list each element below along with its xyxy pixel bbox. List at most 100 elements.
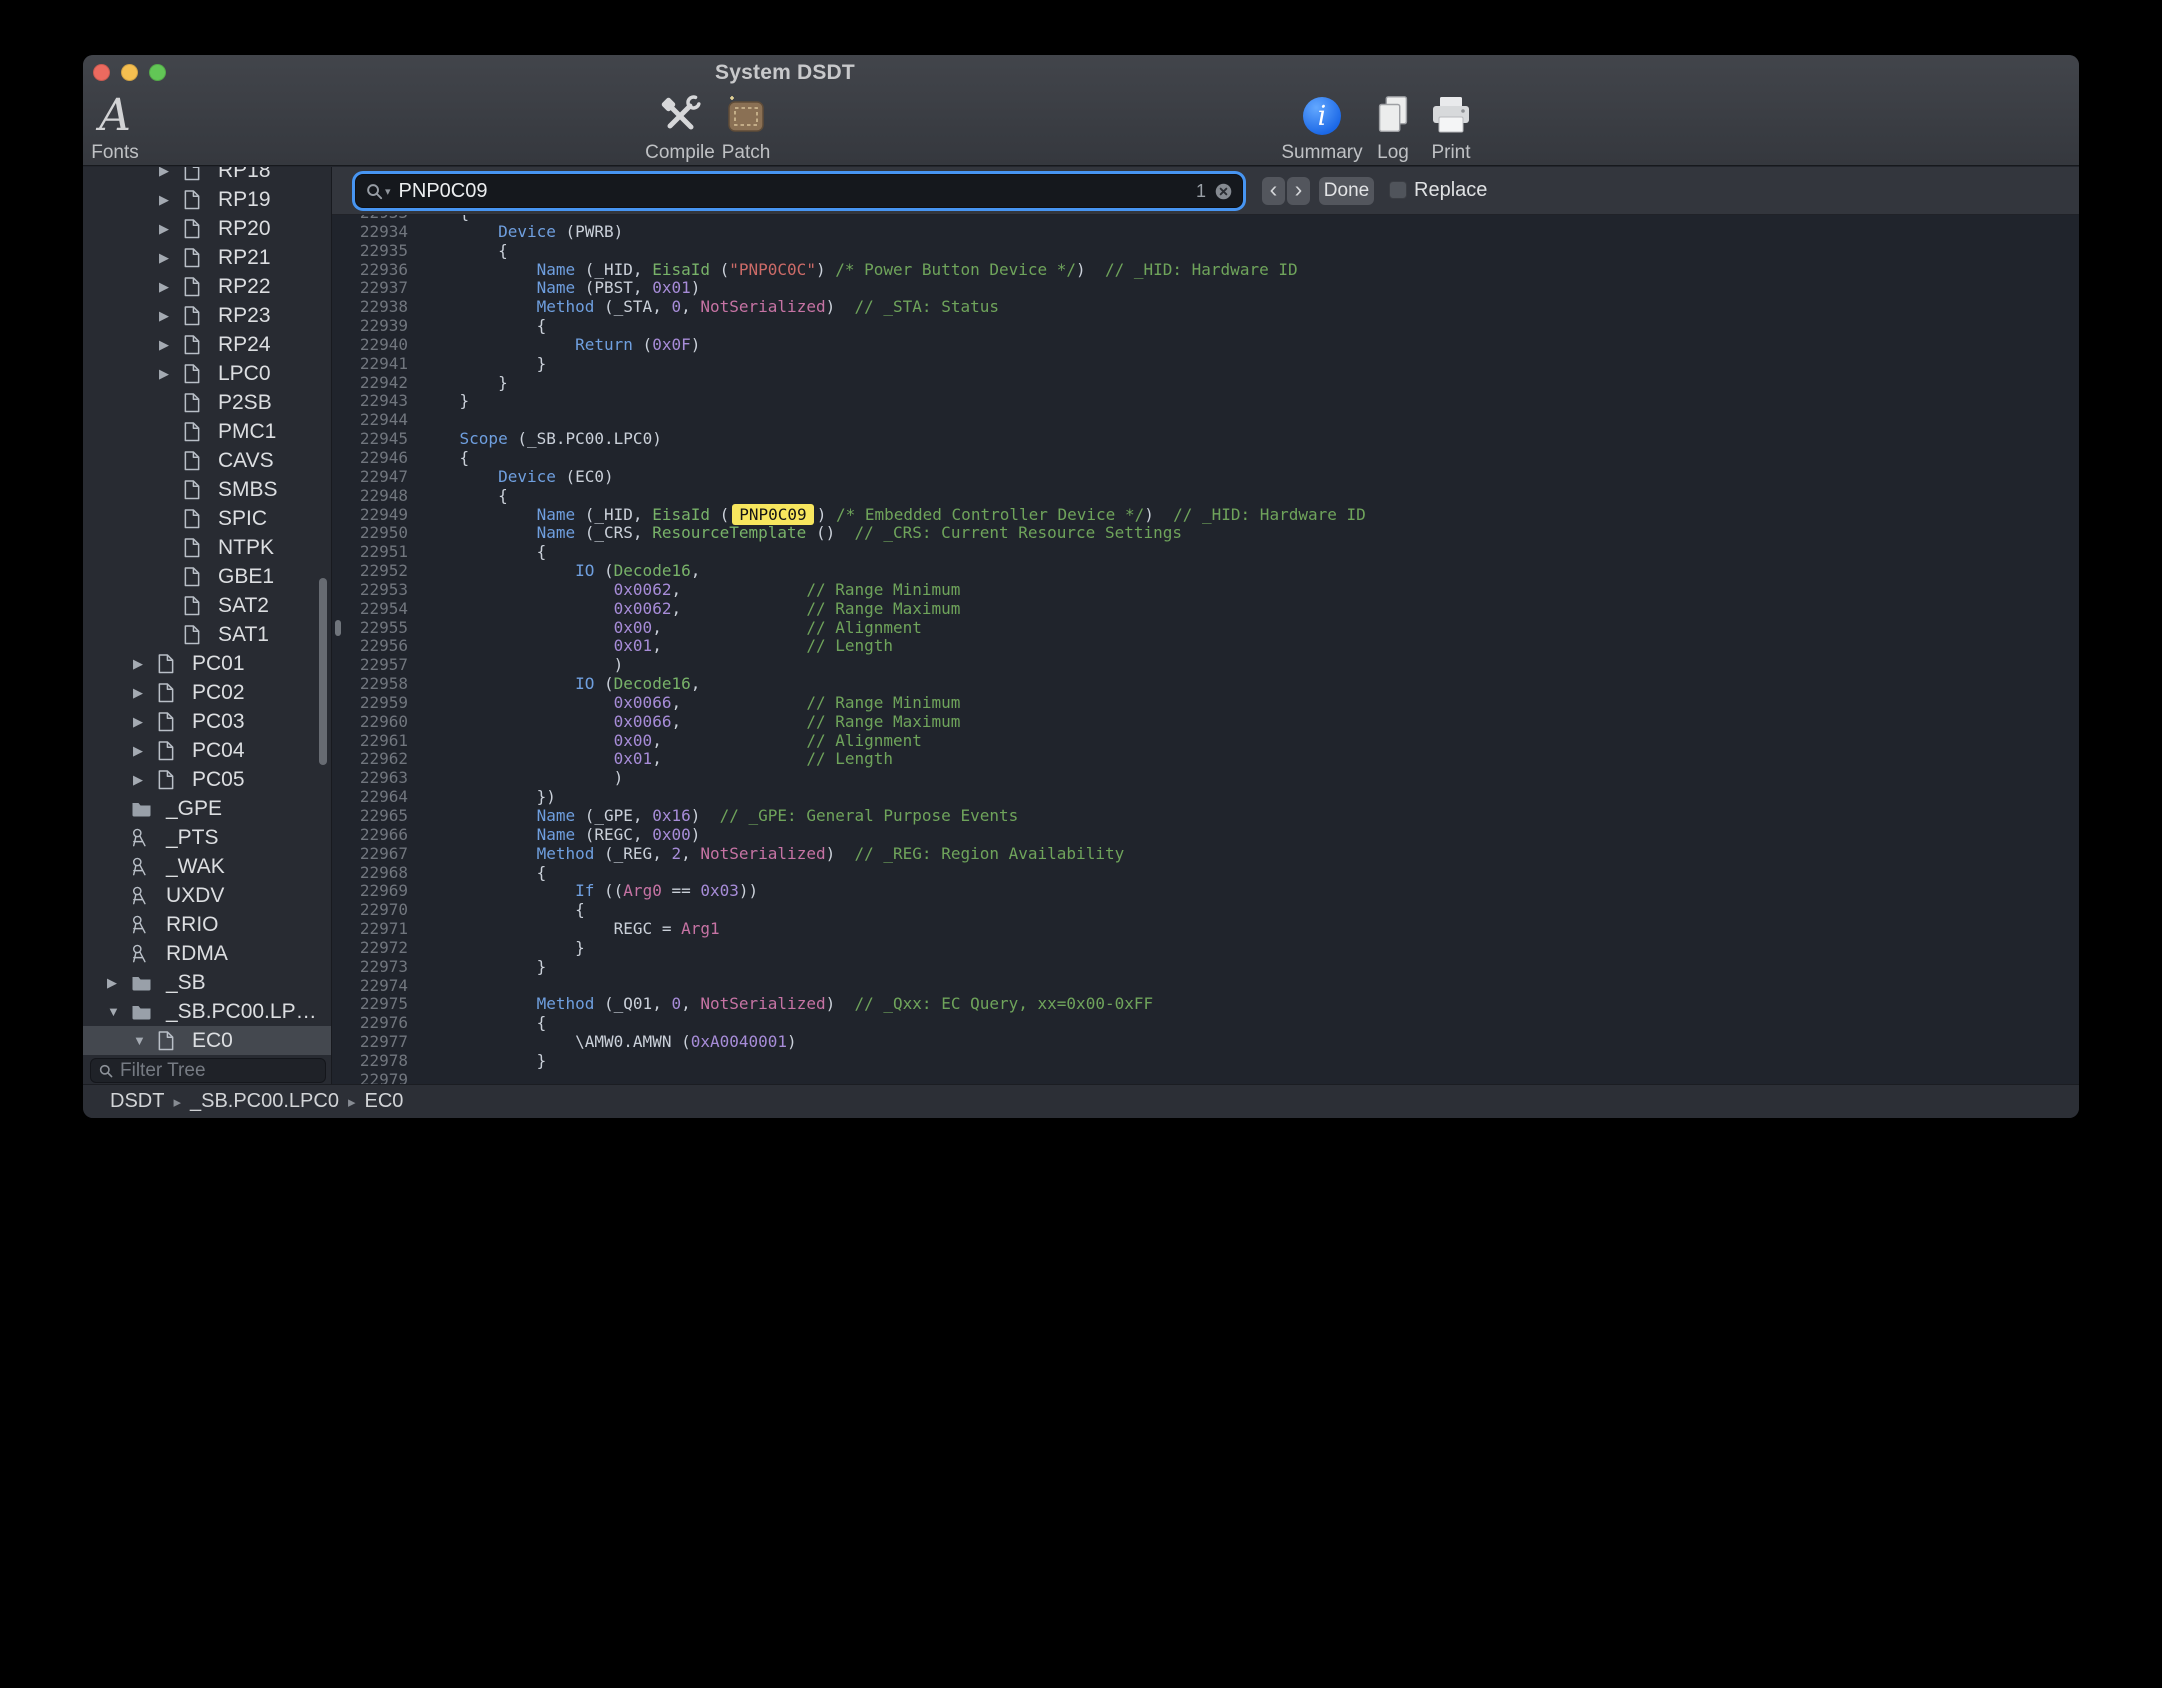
tree-item-pc03[interactable]: ▶PC03 <box>83 707 331 736</box>
line-number: 22972 <box>332 939 408 958</box>
disclosure-triangle-icon[interactable]: ▶ <box>159 308 183 324</box>
tree-item-rrio[interactable]: RRIO <box>83 910 331 939</box>
disclosure-triangle-icon[interactable]: ▼ <box>107 1004 131 1019</box>
disclosure-triangle-icon[interactable]: ▶ <box>159 167 183 179</box>
find-next-button[interactable]: › <box>1287 177 1310 205</box>
line-number: 22961 <box>332 732 408 751</box>
disclosure-triangle-icon[interactable]: ▶ <box>159 192 183 208</box>
info-icon: i <box>1303 97 1341 135</box>
disclosure-triangle-icon[interactable]: ▶ <box>107 975 131 991</box>
line-content: Method (_REG, 2, NotSerialized) // _REG:… <box>408 845 1124 864</box>
editor-pane: ▾ 1 ‹ › Done Replace 22933 {22934 Device… <box>332 167 2079 1084</box>
code-line: 22960 0x0066, // Range Maximum <box>332 713 2079 732</box>
replace-checkbox[interactable] <box>1389 181 1407 199</box>
disclosure-triangle-icon[interactable]: ▶ <box>133 685 157 701</box>
line-number: 22954 <box>332 600 408 619</box>
tree-item-rp22[interactable]: ▶RP22 <box>83 272 331 301</box>
tree-item-wak[interactable]: _WAK <box>83 852 331 881</box>
tree-item-pc02[interactable]: ▶PC02 <box>83 678 331 707</box>
minimize-button[interactable] <box>121 64 138 81</box>
disclosure-triangle-icon[interactable]: ▶ <box>133 714 157 730</box>
code-line: 22934 Device (PWRB) <box>332 223 2079 242</box>
line-number: 22977 <box>332 1033 408 1052</box>
done-button[interactable]: Done <box>1319 177 1374 205</box>
tree-item-sat2[interactable]: SAT2 <box>83 591 331 620</box>
line-content: ) <box>408 656 623 675</box>
patch-button[interactable]: Patch <box>698 91 794 164</box>
line-number: 22942 <box>332 374 408 393</box>
line-content: Name (_HID, EisaId (PNP0C09) /* Embedded… <box>408 506 1366 525</box>
code-line: 22939 { <box>332 317 2079 336</box>
tree-item-rp24[interactable]: ▶RP24 <box>83 330 331 359</box>
zoom-button[interactable] <box>149 64 166 81</box>
tree-item-label: _PTS <box>162 826 219 850</box>
disclosure-triangle-icon[interactable]: ▶ <box>159 366 183 382</box>
tree-item-sat1[interactable]: SAT1 <box>83 620 331 649</box>
tree-item-spic[interactable]: SPIC <box>83 504 331 533</box>
disclosure-triangle-icon[interactable]: ▶ <box>133 743 157 759</box>
line-number: 22967 <box>332 845 408 864</box>
close-button[interactable] <box>93 64 110 81</box>
tree-item-sb[interactable]: ▶_SB <box>83 968 331 997</box>
print-button[interactable]: Print <box>1403 91 1499 164</box>
breadcrumb-item[interactable]: EC0 <box>365 1090 404 1113</box>
print-label: Print <box>1403 142 1499 164</box>
line-number: 22959 <box>332 694 408 713</box>
tree-item-rp23[interactable]: ▶RP23 <box>83 301 331 330</box>
line-content: Name (REGC, 0x00) <box>408 826 700 845</box>
tree-item-p2sb[interactable]: P2SB <box>83 388 331 417</box>
tree-item-rdma[interactable]: RDMA <box>83 939 331 968</box>
disclosure-triangle-icon[interactable]: ▶ <box>159 337 183 353</box>
tree-item-pmc1[interactable]: PMC1 <box>83 417 331 446</box>
code-editor[interactable]: 22933 {22934 Device (PWRB)22935 {22936 N… <box>332 215 2079 1084</box>
code-line: 22941 } <box>332 355 2079 374</box>
tree-item-gbe1[interactable]: GBE1 <box>83 562 331 591</box>
tree-item-rp19[interactable]: ▶RP19 <box>83 185 331 214</box>
pane-splitter-handle[interactable] <box>335 620 341 636</box>
tree-item-lpc0[interactable]: ▶LPC0 <box>83 359 331 388</box>
tree-item-gpe[interactable]: _GPE <box>83 794 331 823</box>
disclosure-triangle-icon[interactable]: ▶ <box>133 772 157 788</box>
search-icon <box>365 182 384 201</box>
breadcrumb-item[interactable]: DSDT <box>110 1090 164 1113</box>
sidebar: ▶RP18▶RP19▶RP20▶RP21▶RP22▶RP23▶RP24▶LPC0… <box>83 167 332 1084</box>
line-number: 22979 <box>332 1071 408 1084</box>
find-bar: ▾ 1 ‹ › Done Replace <box>332 167 2079 215</box>
line-content: Name (_GPE, 0x16) // _GPE: General Purpo… <box>408 807 1018 826</box>
tree-item-pc05[interactable]: ▶PC05 <box>83 765 331 794</box>
disclosure-triangle-icon[interactable]: ▶ <box>159 279 183 295</box>
tree-item-rp18[interactable]: ▶RP18 <box>83 167 331 185</box>
tree-item-rp20[interactable]: ▶RP20 <box>83 214 331 243</box>
tree-item-pc04[interactable]: ▶ PC04 <box>83 736 331 765</box>
sidebar-scrollbar[interactable] <box>319 578 327 765</box>
code-line: 22959 0x0066, // Range Minimum <box>332 694 2079 713</box>
breadcrumb-separator-icon: ▸ <box>348 1093 356 1111</box>
clear-search-icon[interactable] <box>1214 182 1233 201</box>
tree-item-sb-pc00-lp[interactable]: ▼_SB.PC00.LP… <box>83 997 331 1026</box>
disclosure-triangle-icon[interactable]: ▶ <box>159 221 183 237</box>
disclosure-triangle-icon[interactable]: ▶ <box>133 656 157 672</box>
doc-icon <box>183 624 204 646</box>
search-input[interactable] <box>391 180 1196 203</box>
tree-item-pts[interactable]: _PTS <box>83 823 331 852</box>
tree-item-pc01[interactable]: ▶PC01 <box>83 649 331 678</box>
line-content: { <box>408 487 508 506</box>
disclosure-triangle-icon[interactable]: ▶ <box>159 250 183 266</box>
tree-item-ntpk[interactable]: NTPK <box>83 533 331 562</box>
tree-item-uxdv[interactable]: UXDV <box>83 881 331 910</box>
tree-item-ec0[interactable]: ▼EC0 <box>83 1026 331 1055</box>
doc-icon <box>183 334 204 356</box>
breadcrumb-item[interactable]: _SB.PC00.LPC0 <box>190 1090 339 1113</box>
tree-item-label: PC04 <box>188 739 245 763</box>
find-previous-button[interactable]: ‹ <box>1262 177 1285 205</box>
tree-item-rp21[interactable]: ▶RP21 <box>83 243 331 272</box>
filter-tree-input[interactable] <box>120 1060 318 1082</box>
tree-item-cavs[interactable]: CAVS <box>83 446 331 475</box>
fonts-button[interactable]: A Fonts <box>83 91 163 164</box>
tree-item-smbs[interactable]: SMBS <box>83 475 331 504</box>
line-content: Device (PWRB) <box>408 223 623 242</box>
code-line: 22947 Device (EC0) <box>332 468 2079 487</box>
code-line: 22943 } <box>332 392 2079 411</box>
code-line: 22972 } <box>332 939 2079 958</box>
disclosure-triangle-icon[interactable]: ▼ <box>133 1033 157 1048</box>
